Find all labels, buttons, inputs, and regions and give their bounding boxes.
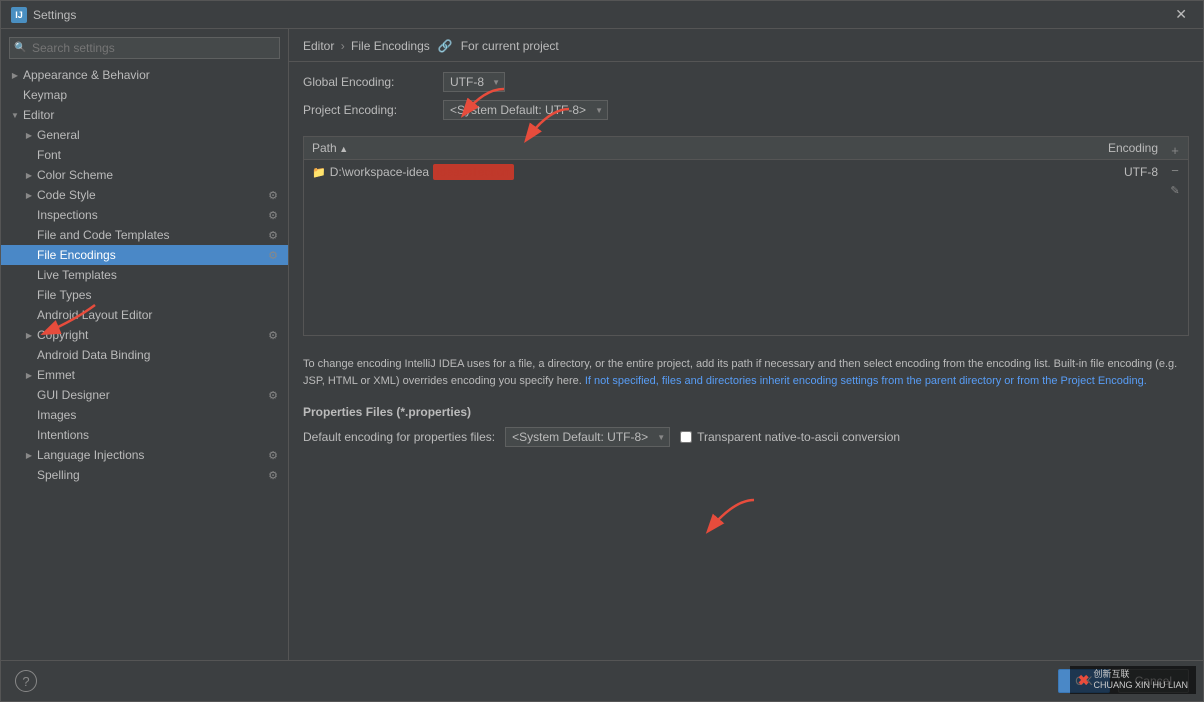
arrow-icon	[9, 69, 21, 81]
col-header-path[interactable]: Path	[304, 137, 1068, 160]
breadcrumb: Editor › File Encodings	[303, 39, 430, 53]
arrow-icon	[23, 449, 35, 461]
arrow-icon	[23, 129, 35, 141]
breadcrumb-link[interactable]: For current project	[461, 39, 559, 53]
arrow-icon	[23, 169, 35, 181]
table-row[interactable]: 📁 D:\workspace-idea ideacollection UTF-8	[304, 160, 1188, 185]
settings-badge	[266, 188, 280, 202]
info-text-link: If not specified, files and directories …	[585, 375, 1147, 387]
sidebar-item-live-templates[interactable]: Live Templates	[1, 265, 288, 285]
settings-badge	[266, 228, 280, 242]
sidebar-item-images[interactable]: Images	[1, 405, 288, 425]
watermark-text: 创新互联CHUANG XIN HU LIAN	[1093, 669, 1188, 691]
project-encoding-label: Project Encoding:	[303, 103, 443, 117]
sidebar-item-inspections[interactable]: Inspections	[1, 205, 288, 225]
settings-badge	[266, 468, 280, 482]
right-panel: Editor › File Encodings 🔗 For current pr…	[289, 29, 1203, 660]
project-encoding-row: Project Encoding: <System Default: UTF-8…	[303, 100, 1189, 120]
transparent-label: Transparent native-to-ascii conversion	[697, 430, 900, 444]
search-wrapper	[9, 37, 280, 59]
sidebar-item-language-injections[interactable]: Language Injections	[1, 445, 288, 465]
transparent-checkbox[interactable]	[680, 431, 692, 443]
breadcrumb-file-encodings: File Encodings	[351, 39, 430, 53]
panel-body: Global Encoding: UTF-8 Project Encoding:…	[289, 62, 1203, 660]
encoding-table-container: Path Encoding 📁 D:\workspace-idea	[303, 136, 1189, 336]
properties-row: Default encoding for properties files: <…	[303, 427, 1189, 447]
sidebar-item-emmet[interactable]: Emmet	[1, 365, 288, 385]
encoding-table: Path Encoding 📁 D:\workspace-idea	[304, 137, 1188, 184]
breadcrumb-editor: Editor	[303, 39, 334, 53]
sidebar-item-file-code-templates[interactable]: File and Code Templates	[1, 225, 288, 245]
default-encoding-select[interactable]: <System Default: UTF-8>	[505, 427, 670, 447]
settings-badge	[266, 388, 280, 402]
arrow-icon	[23, 189, 35, 201]
app-icon: IJ	[11, 7, 27, 23]
sidebar-item-font[interactable]: Font	[1, 145, 288, 165]
transparent-checkbox-wrapper: Transparent native-to-ascii conversion	[680, 430, 900, 444]
sidebar-item-spelling[interactable]: Spelling	[1, 465, 288, 485]
sidebar-item-color-scheme[interactable]: Color Scheme	[1, 165, 288, 185]
global-encoding-row: Global Encoding: UTF-8	[303, 72, 1189, 92]
search-input[interactable]	[9, 37, 280, 59]
properties-section-title: Properties Files (*.properties)	[303, 405, 1189, 419]
table-actions: + − ✎	[1166, 141, 1184, 199]
project-encoding-select[interactable]: <System Default: UTF-8>	[443, 100, 608, 120]
edit-encoding-button[interactable]: ✎	[1166, 181, 1184, 199]
info-text: To change encoding IntelliJ IDEA uses fo…	[303, 356, 1189, 389]
sidebar-item-file-encodings[interactable]: File Encodings	[1, 245, 288, 265]
global-encoding-label: Global Encoding:	[303, 75, 443, 89]
path-visible: D:\workspace-idea	[330, 165, 429, 179]
window-title: Settings	[33, 8, 76, 22]
arrow-icon	[9, 109, 21, 121]
sidebar-item-keymap[interactable]: Keymap	[1, 85, 288, 105]
sidebar-item-copyright[interactable]: Copyright	[1, 325, 288, 345]
watermark: ✖ 创新互联CHUANG XIN HU LIAN	[1070, 666, 1196, 694]
settings-badge	[266, 328, 280, 342]
default-encoding-select-wrapper: <System Default: UTF-8>	[505, 427, 670, 447]
path-redacted: ideacollection	[433, 164, 514, 180]
settings-badge	[266, 208, 280, 222]
breadcrumb-separator: ›	[341, 39, 345, 53]
global-encoding-select-wrapper: UTF-8	[443, 72, 505, 92]
sidebar-item-android-data-binding[interactable]: Android Data Binding	[1, 345, 288, 365]
arrow-icon	[23, 329, 35, 341]
sidebar-item-file-types[interactable]: File Types	[1, 285, 288, 305]
default-encoding-label: Default encoding for properties files:	[303, 430, 495, 444]
sidebar-item-android-layout-editor[interactable]: Android Layout Editor	[1, 305, 288, 325]
footer: ? OK Cancel	[1, 660, 1203, 701]
arrow-icon	[23, 369, 35, 381]
global-encoding-select[interactable]: UTF-8	[443, 72, 505, 92]
footer-left: ?	[15, 670, 37, 692]
search-box	[1, 29, 288, 65]
remove-encoding-button[interactable]: −	[1166, 161, 1184, 179]
path-cell: 📁 D:\workspace-idea ideacollection	[312, 164, 1060, 180]
settings-badge	[266, 248, 280, 262]
settings-window: IJ Settings ✕ Appearance & Behavior Ke	[0, 0, 1204, 702]
add-encoding-button[interactable]: +	[1166, 141, 1184, 159]
main-content: Appearance & Behavior Keymap Editor Gene…	[1, 29, 1203, 660]
sidebar-item-appearance-behavior[interactable]: Appearance & Behavior	[1, 65, 288, 85]
title-bar: IJ Settings ✕	[1, 1, 1203, 29]
sidebar-item-general[interactable]: General	[1, 125, 288, 145]
help-button[interactable]: ?	[15, 670, 37, 692]
watermark-icon: ✖	[1078, 672, 1090, 689]
sidebar: Appearance & Behavior Keymap Editor Gene…	[1, 29, 289, 660]
panel-header: Editor › File Encodings 🔗 For current pr…	[289, 29, 1203, 62]
sidebar-item-editor[interactable]: Editor	[1, 105, 288, 125]
sidebar-item-intentions[interactable]: Intentions	[1, 425, 288, 445]
folder-icon: 📁	[312, 166, 326, 179]
project-encoding-select-wrapper: <System Default: UTF-8>	[443, 100, 608, 120]
settings-tree: Appearance & Behavior Keymap Editor Gene…	[1, 65, 288, 660]
settings-badge	[266, 448, 280, 462]
sidebar-item-gui-designer[interactable]: GUI Designer	[1, 385, 288, 405]
close-button[interactable]: ✕	[1169, 4, 1193, 25]
sidebar-item-code-style[interactable]: Code Style	[1, 185, 288, 205]
properties-section: Properties Files (*.properties) Default …	[303, 405, 1189, 447]
